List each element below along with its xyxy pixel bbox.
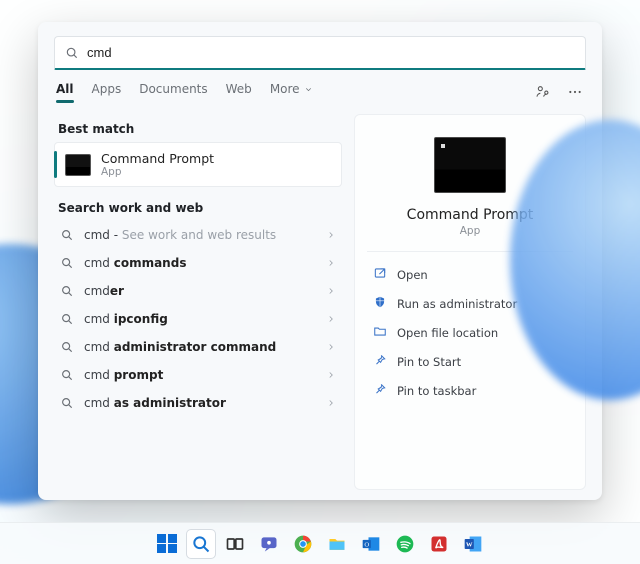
search-icon (60, 368, 74, 382)
taskbar-word[interactable]: W (459, 530, 487, 558)
search-panel: All Apps Documents Web More Best match Comma… (38, 22, 602, 500)
tab-web[interactable]: Web (226, 82, 252, 102)
search-icon (60, 228, 74, 242)
suggestion-label: cmd administrator command (84, 340, 316, 354)
word-icon: W (463, 534, 483, 554)
taskview-icon (225, 534, 245, 554)
suggestion-label: cmder (84, 284, 316, 298)
action-run-as-administrator[interactable]: Run as administrator (371, 289, 569, 318)
spotify-icon (395, 534, 415, 554)
preview-pane: Command Prompt App Open Run as administra… (354, 114, 586, 490)
svg-text:O: O (364, 541, 369, 548)
action-pin-to-taskbar[interactable]: Pin to taskbar (371, 376, 569, 405)
search-icon (60, 284, 74, 298)
chat-icon (259, 534, 279, 554)
search-icon (65, 46, 79, 60)
svg-text:W: W (466, 541, 473, 548)
chevron-right-icon (326, 258, 336, 268)
chevron-right-icon (326, 342, 336, 352)
action-label: Pin to Start (397, 355, 461, 369)
suggestion-list: cmd - See work and web results cmd comman… (54, 221, 342, 417)
preview-title: Command Prompt (371, 207, 569, 223)
tab-all[interactable]: All (56, 82, 74, 102)
chevron-right-icon (326, 230, 336, 240)
action-open-file-location[interactable]: Open file location (371, 318, 569, 347)
action-label: Open file location (397, 326, 498, 340)
preview-app-icon (434, 137, 506, 193)
search-tabs: All Apps Documents Web More (54, 82, 586, 108)
suggestion-label: cmd prompt (84, 368, 316, 382)
best-match-title: Command Prompt (101, 151, 214, 166)
tab-more[interactable]: More (270, 82, 313, 102)
suggestion-item[interactable]: cmder (54, 277, 342, 305)
pin-icon (373, 353, 387, 370)
open-icon (373, 266, 387, 283)
taskbar-search[interactable] (187, 530, 215, 558)
suggestions-heading: Search work and web (58, 201, 342, 215)
search-bar[interactable] (54, 36, 586, 70)
tab-apps[interactable]: Apps (92, 82, 122, 102)
best-match-subtitle: App (101, 166, 214, 178)
suggestion-label: cmd ipconfig (84, 312, 316, 326)
taskbar-acrobat[interactable] (425, 530, 453, 558)
best-match-result[interactable]: Command Prompt App (54, 142, 342, 187)
taskbar-start[interactable] (153, 530, 181, 558)
outlook-icon: O (361, 534, 381, 554)
suggestion-label: cmd - See work and web results (84, 228, 316, 242)
search-icon (191, 534, 211, 554)
org-search-icon[interactable] (534, 83, 552, 101)
windows-logo-icon (157, 534, 177, 554)
taskbar-explorer[interactable] (323, 530, 351, 558)
chevron-right-icon (326, 286, 336, 296)
pin-icon (373, 382, 387, 399)
shield-icon (373, 295, 387, 312)
taskbar-chat[interactable] (255, 530, 283, 558)
action-pin-to-start[interactable]: Pin to Start (371, 347, 569, 376)
taskbar-chrome[interactable] (289, 530, 317, 558)
search-icon (60, 312, 74, 326)
suggestion-item[interactable]: cmd commands (54, 249, 342, 277)
suggestion-label: cmd as administrator (84, 396, 316, 410)
file-explorer-icon (327, 534, 347, 554)
best-match-heading: Best match (58, 122, 342, 136)
taskbar: OW (0, 522, 640, 564)
suggestion-item[interactable]: cmd ipconfig (54, 305, 342, 333)
chrome-icon (293, 534, 313, 554)
suggestion-item[interactable]: cmd as administrator (54, 389, 342, 417)
action-label: Pin to taskbar (397, 384, 476, 398)
command-prompt-icon (65, 154, 91, 176)
results-column: Best match Command Prompt App Search wor… (54, 114, 342, 490)
taskbar-spotify[interactable] (391, 530, 419, 558)
search-icon (60, 256, 74, 270)
folder-icon (373, 324, 387, 341)
tab-documents[interactable]: Documents (139, 82, 207, 102)
taskbar-outlook[interactable]: O (357, 530, 385, 558)
chevron-right-icon (326, 314, 336, 324)
chevron-down-icon (304, 85, 313, 94)
divider (367, 251, 573, 252)
acrobat-icon (429, 534, 449, 554)
chevron-right-icon (326, 370, 336, 380)
action-label: Open (397, 268, 428, 282)
suggestion-item[interactable]: cmd - See work and web results (54, 221, 342, 249)
action-label: Run as administrator (397, 297, 517, 311)
preview-subtitle: App (371, 225, 569, 237)
suggestion-label: cmd commands (84, 256, 316, 270)
suggestion-item[interactable]: cmd prompt (54, 361, 342, 389)
action-open[interactable]: Open (371, 260, 569, 289)
search-icon (60, 396, 74, 410)
action-list: Open Run as administrator Open file locati… (371, 260, 569, 405)
search-icon (60, 340, 74, 354)
taskbar-taskview[interactable] (221, 530, 249, 558)
search-input[interactable] (87, 45, 575, 60)
chevron-right-icon (326, 398, 336, 408)
suggestion-item[interactable]: cmd administrator command (54, 333, 342, 361)
more-options-icon[interactable] (566, 83, 584, 101)
